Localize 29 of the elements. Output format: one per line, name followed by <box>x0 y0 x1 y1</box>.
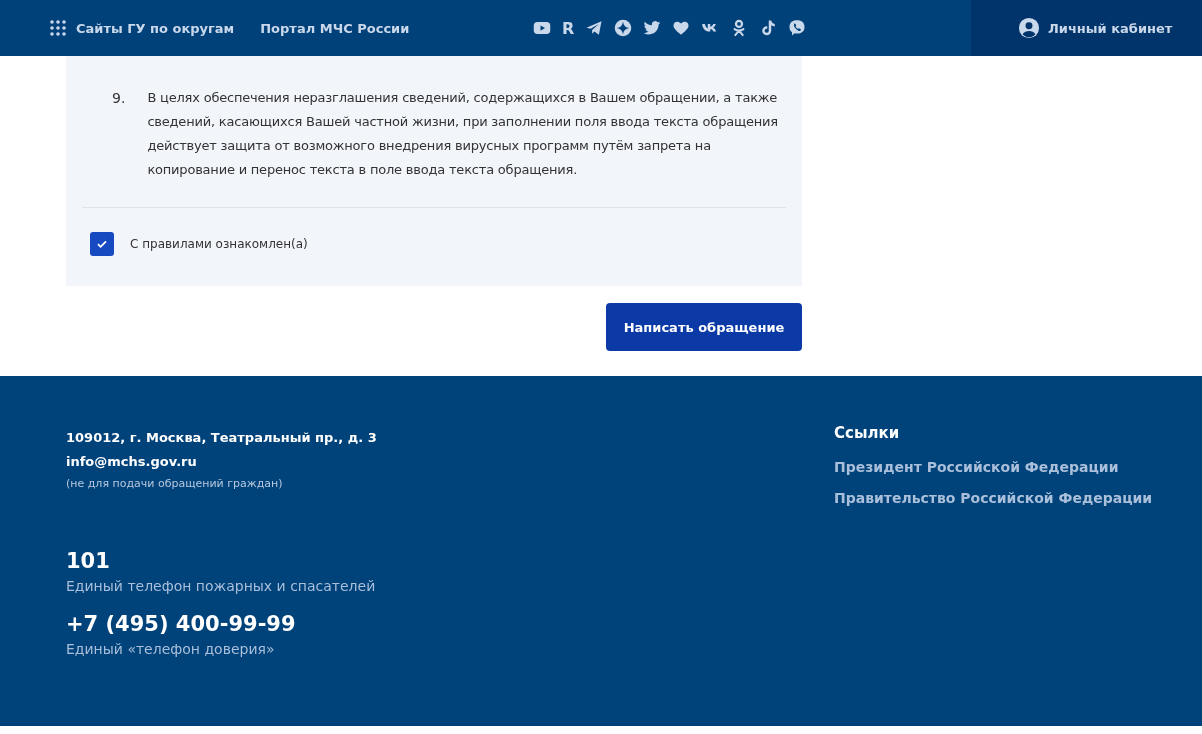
footer-link[interactable]: Президент Российской Федерации <box>834 459 1153 475</box>
email-link[interactable]: info@mchs.gov.ru <box>66 454 197 469</box>
footer-link[interactable]: Правительство Российской Федерации <box>834 490 1153 506</box>
phone-caption: Единый «телефон доверия» <box>66 641 276 657</box>
item-number: 9. <box>112 89 127 108</box>
social-link[interactable]: R <box>562 18 575 38</box>
email-note: (не для подачи обращений граждан) <box>66 477 284 490</box>
paper-plane-icon[interactable] <box>585 19 604 37</box>
music-note-icon[interactable] <box>759 19 778 37</box>
star-circle-icon[interactable] <box>614 19 633 37</box>
checkbox-label: С правилами ознакомлен(а) <box>130 237 308 251</box>
address-text: 109012, г. Москва, Театральный пр., д. 3 <box>66 429 378 447</box>
submit-button[interactable]: Написать обращение <box>606 303 802 351</box>
phone-number: 101 <box>66 548 111 575</box>
checkbox[interactable] <box>90 232 114 256</box>
check-icon <box>96 238 108 250</box>
rule-text: В целях обеспечения неразглашения сведений, содержащихся в Вашем обращении, а также сведений, касающихся Вашей частной жизни, при заполнении поля ввода текста обращения действует защита от возможного внедрения вирусных программ путём запрета на копирование и перенос текста в поле ввода текста обращения. <box>147 89 779 179</box>
grid-icon <box>50 20 66 36</box>
nav-link[interactable]: Портал МЧС России <box>260 20 410 36</box>
user-icon <box>1018 17 1040 39</box>
heart-icon[interactable] <box>672 19 691 37</box>
bird-icon[interactable] <box>643 19 662 37</box>
links-title: Ссылки <box>834 424 901 442</box>
play-icon[interactable] <box>533 19 551 37</box>
phone-bubble-icon[interactable] <box>788 19 807 37</box>
nav-link[interactable]: Сайты ГУ по округам <box>50 20 235 36</box>
phone-caption: Единый телефон пожарных и спасателей <box>66 578 377 594</box>
phone-number: +7 (495) 400-99-99 <box>66 611 297 638</box>
account-link[interactable]: Личный кабинет <box>971 0 1202 56</box>
